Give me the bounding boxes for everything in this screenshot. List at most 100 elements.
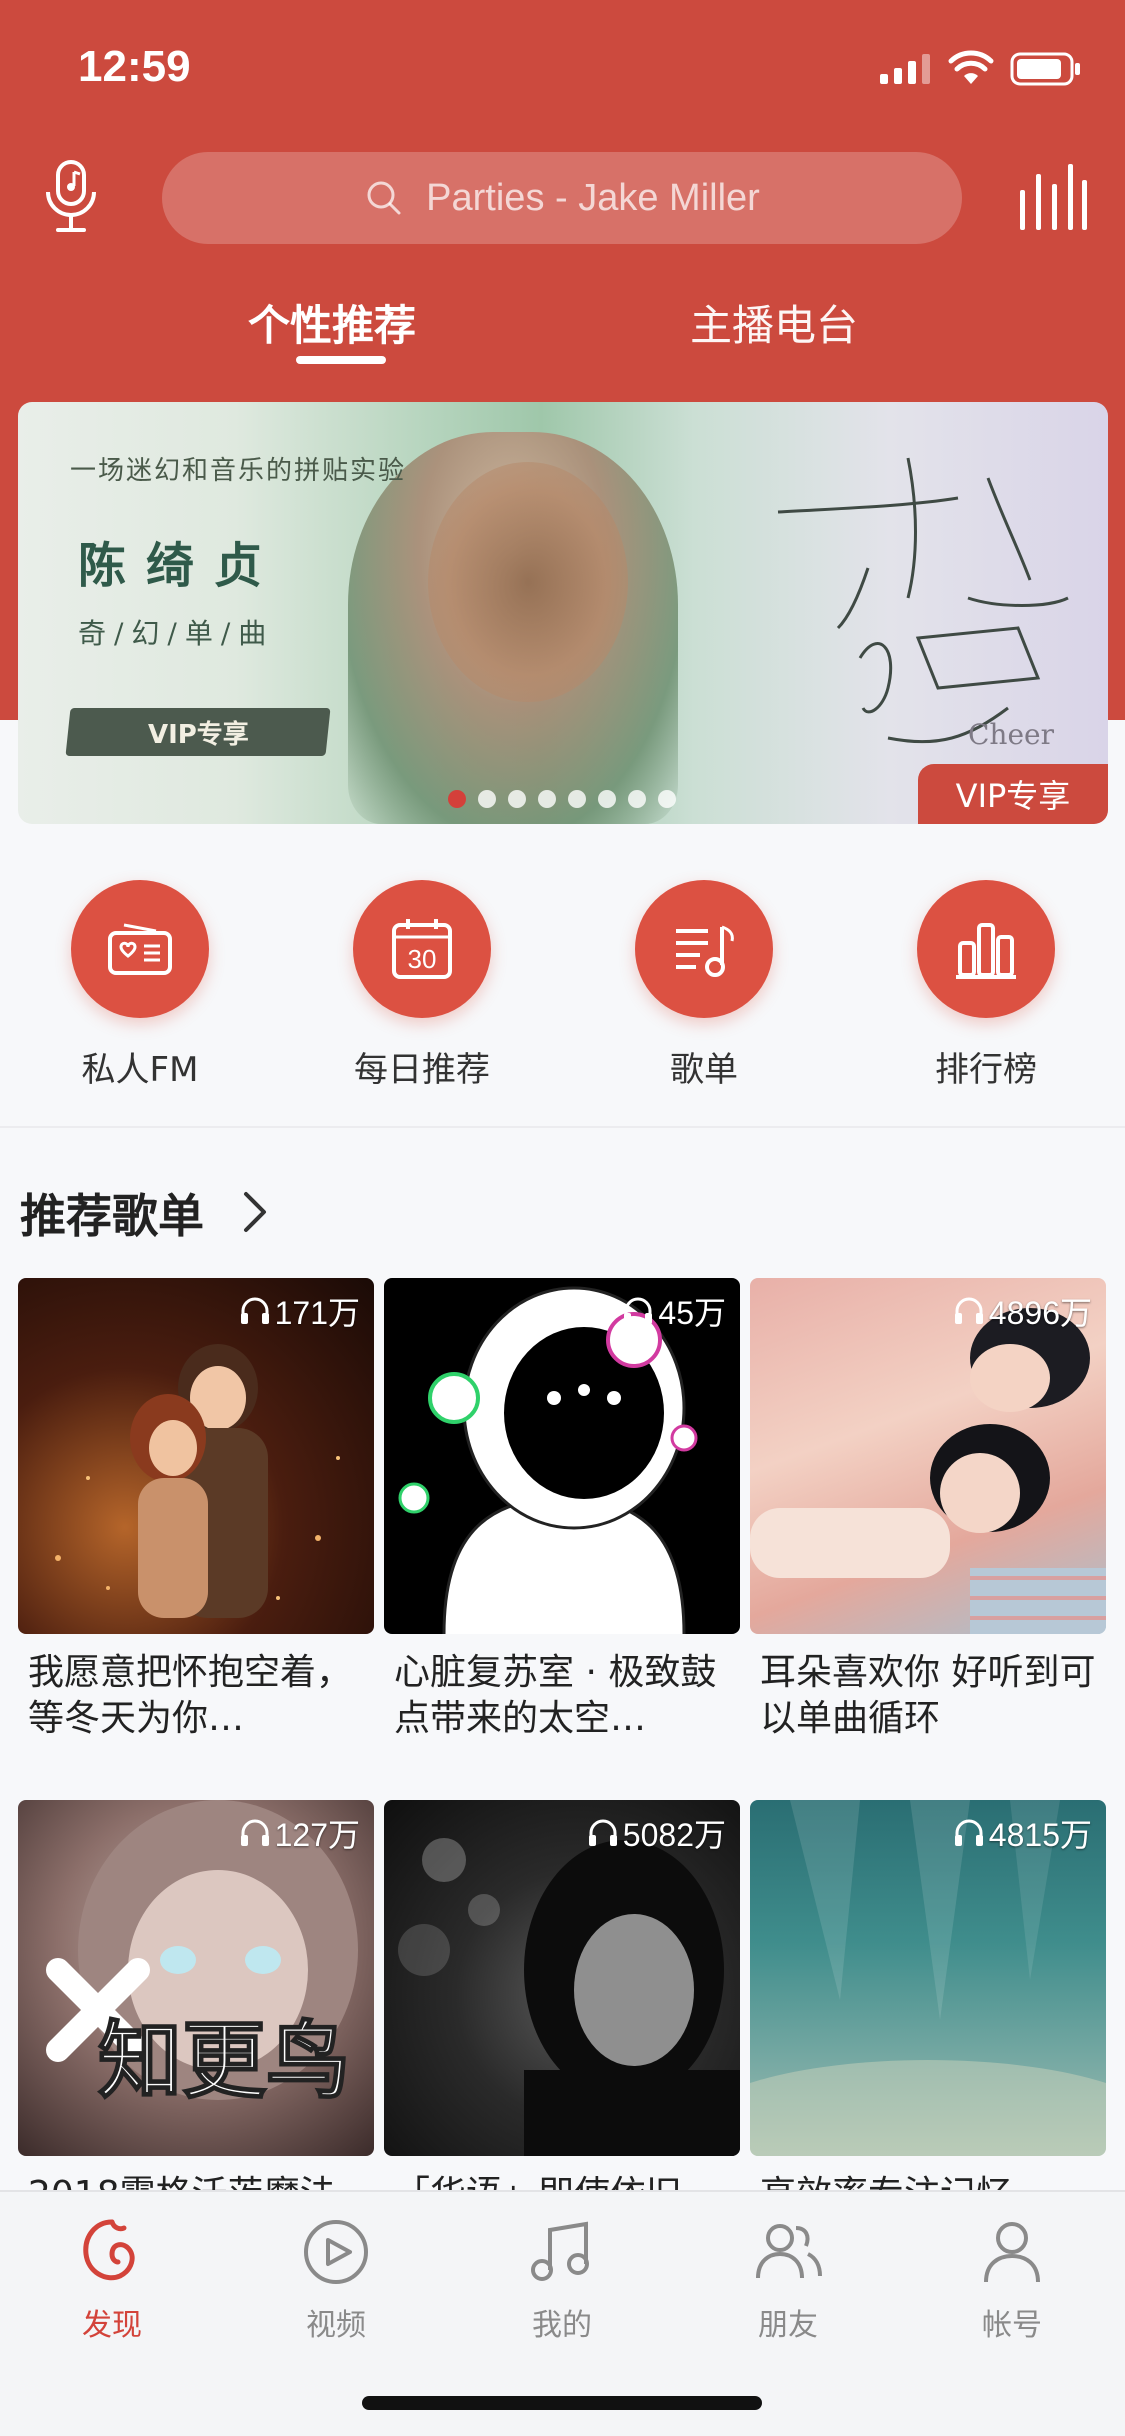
play-count-value: 171万 xyxy=(274,1295,360,1331)
tab-account[interactable]: 帐号 xyxy=(912,2214,1112,2344)
playlist-card[interactable]: 171万 我愿意把怀抱空着，等冬天为你… xyxy=(18,1278,374,1742)
playlist-cover[interactable]: 45万 xyxy=(384,1278,740,1634)
tab-indicator xyxy=(296,356,386,364)
banner-cheer: Cheer xyxy=(968,718,1054,751)
banner-vip-tag: VIP专享 xyxy=(918,764,1108,824)
headphones-icon xyxy=(240,1297,269,1324)
quick-charts-label: 排行榜 xyxy=(935,1050,1037,1090)
quick-playlist-label: 歌单 xyxy=(670,1050,738,1090)
svg-text:知更鸟: 知更鸟 xyxy=(98,2012,350,2110)
headphones-icon xyxy=(954,1819,983,1846)
calendar-day: 30 xyxy=(408,944,437,974)
now-playing-icon[interactable] xyxy=(1016,160,1088,232)
status-time: 12:59 xyxy=(78,42,191,91)
battery-icon xyxy=(1010,52,1080,86)
friends-icon xyxy=(756,2224,822,2279)
account-icon xyxy=(984,2222,1040,2283)
play-count-value: 4815万 xyxy=(988,1817,1092,1853)
playlist-title[interactable]: 心脏复苏室 · 极致鼓点带来的太空… xyxy=(384,1650,740,1742)
banner-vip-label: VIP专享 xyxy=(147,719,249,750)
play-count: 127万 xyxy=(239,1810,360,1856)
tab-discover[interactable]: 发现 xyxy=(12,2214,212,2344)
quick-playlist[interactable]: 歌单 xyxy=(604,880,804,1091)
banner[interactable]: 一场迷幻和音乐的拼贴实验 陈绮贞 奇/幻/单/曲 VIP专享 Cheer VIP… xyxy=(18,402,1108,824)
play-count-value: 5082万 xyxy=(622,1817,726,1853)
quick-playlist-button[interactable] xyxy=(635,880,773,1018)
playlist-cover[interactable]: 知更鸟 127万 xyxy=(18,1800,374,2156)
headphones-icon xyxy=(240,1819,269,1846)
quick-daily-button[interactable]: 30 xyxy=(353,880,491,1018)
banner-photo-figure xyxy=(428,462,628,702)
tab-mine[interactable]: 我的 xyxy=(462,2214,662,2344)
play-count: 171万 xyxy=(239,1288,360,1334)
pagination-dot xyxy=(508,790,526,808)
playlist-card[interactable]: 4896万 耳朵喜欢你 好听到可以单曲循环 xyxy=(750,1278,1106,1742)
music-icon xyxy=(531,2221,589,2281)
playlist-cover[interactable]: 4815万 xyxy=(750,1800,1106,2156)
quick-daily[interactable]: 30 每日推荐 xyxy=(322,880,522,1091)
pagination-dot xyxy=(538,790,556,808)
playlist-cover[interactable]: 5082万 xyxy=(384,1800,740,2156)
discover-icon xyxy=(83,2219,135,2281)
cellular-signal-icon xyxy=(880,54,930,84)
pagination-dot xyxy=(478,790,496,808)
section-title[interactable]: 推荐歌单 xyxy=(20,1180,204,1246)
tab-mine-label: 我的 xyxy=(532,2308,592,2343)
banner-pagination xyxy=(448,790,676,808)
banner-type: 奇/幻/单/曲 xyxy=(78,617,275,650)
status-bar: 12:59 xyxy=(0,0,1125,140)
play-count: 4815万 xyxy=(953,1810,1092,1856)
quick-charts[interactable]: 排行榜 xyxy=(886,880,1086,1091)
tab-recommend[interactable]: 个性推荐 xyxy=(248,292,416,353)
tab-video[interactable]: 视频 xyxy=(236,2214,436,2344)
pagination-dot xyxy=(628,790,646,808)
play-count-value: 4896万 xyxy=(988,1295,1092,1331)
divider xyxy=(0,1126,1125,1128)
play-count: 45万 xyxy=(622,1288,726,1334)
video-icon xyxy=(304,2220,368,2284)
quick-daily-label: 每日推荐 xyxy=(354,1050,490,1090)
play-count: 5082万 xyxy=(587,1810,726,1856)
chevron-right-icon[interactable] xyxy=(240,1190,270,1234)
pagination-dot xyxy=(568,790,586,808)
playlist-cover[interactable]: 171万 xyxy=(18,1278,374,1634)
banner-subtitle: 一场迷幻和音乐的拼贴实验 xyxy=(70,456,407,486)
quick-private-fm-label: 私人FM xyxy=(81,1050,199,1090)
voice-recognition-icon[interactable] xyxy=(40,156,102,236)
chart-icon xyxy=(956,923,1016,979)
playlist-card[interactable]: 45万 心脏复苏室 · 极致鼓点带来的太空… xyxy=(384,1278,740,1742)
pagination-dot xyxy=(448,790,466,808)
quick-charts-button[interactable] xyxy=(917,880,1055,1018)
quick-private-fm-button[interactable] xyxy=(71,880,209,1018)
play-count: 4896万 xyxy=(953,1288,1092,1334)
headphones-icon xyxy=(954,1297,983,1324)
tab-video-label: 视频 xyxy=(306,2308,366,2343)
wifi-icon xyxy=(948,50,994,84)
search-icon xyxy=(367,181,401,215)
tab-discover-label: 发现 xyxy=(82,2308,142,2343)
playlist-title[interactable]: 我愿意把怀抱空着，等冬天为你… xyxy=(18,1650,374,1742)
tab-friends[interactable]: 朋友 xyxy=(688,2214,888,2344)
tab-friends-label: 朋友 xyxy=(758,2308,818,2343)
banner-vip-badge: VIP专享 xyxy=(65,708,331,756)
radio-icon xyxy=(108,923,172,975)
headphones-icon xyxy=(588,1819,617,1846)
play-count-value: 45万 xyxy=(658,1295,726,1331)
calendar-icon: 30 xyxy=(392,919,452,979)
pagination-dot xyxy=(658,790,676,808)
tab-account-label: 帐号 xyxy=(982,2308,1042,2343)
headphones-icon xyxy=(624,1297,653,1324)
pagination-dot xyxy=(598,790,616,808)
home-indicator xyxy=(362,2396,762,2410)
playlist-cover[interactable]: 4896万 xyxy=(750,1278,1106,1634)
playlist-icon xyxy=(676,925,734,977)
quick-private-fm[interactable]: 私人FM xyxy=(40,880,240,1091)
top-tabs: 个性推荐 主播电台 xyxy=(0,292,1125,372)
search-placeholder: Parties - Jake Miller xyxy=(426,176,760,219)
quick-menu: 私人FM 30 每日推荐 歌单 排行榜 xyxy=(0,880,1125,1090)
search-bar[interactable]: Parties - Jake Miller xyxy=(162,152,962,244)
playlist-title[interactable]: 耳朵喜欢你 好听到可以单曲循环 xyxy=(750,1650,1106,1742)
banner-artist: 陈绮贞 xyxy=(78,538,283,594)
play-count-value: 127万 xyxy=(274,1817,360,1853)
tab-radio[interactable]: 主播电台 xyxy=(690,292,858,353)
